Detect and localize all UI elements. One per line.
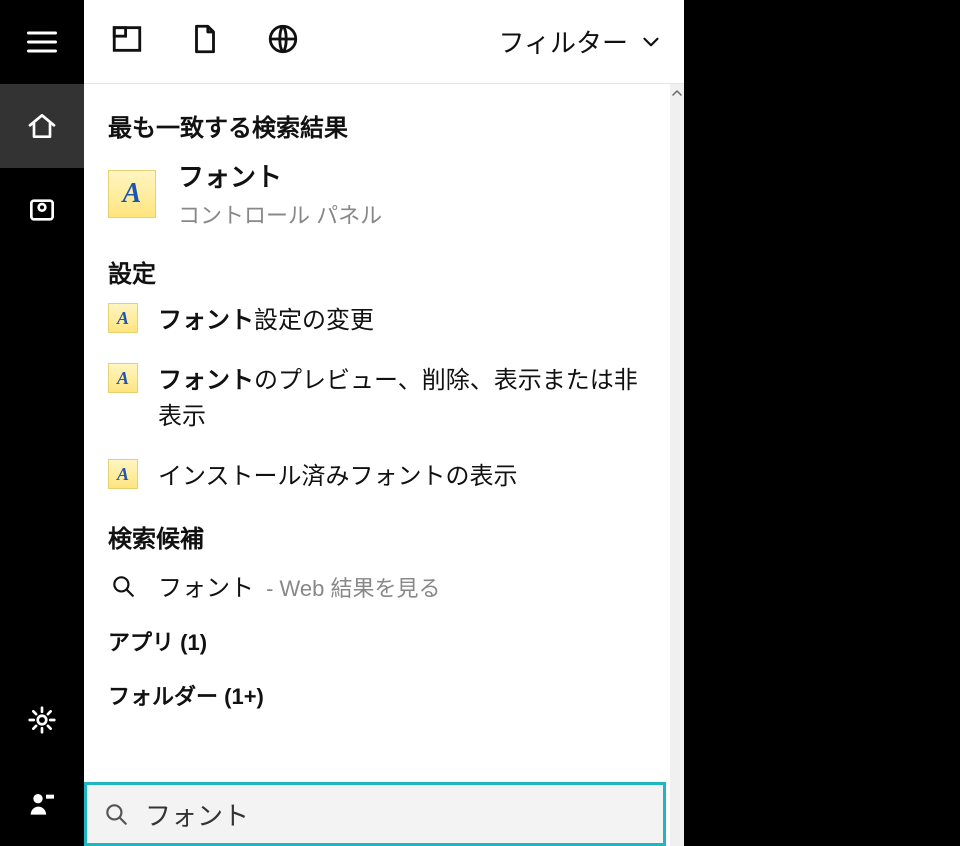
settings-item-bold: フォント [158,307,254,334]
filter-dropdown[interactable]: フィルター [499,23,664,60]
chevron-down-icon [638,29,664,55]
home-button[interactable] [0,84,84,168]
category-folders-count: (1+) [224,684,264,709]
scrollbar-up[interactable] [670,84,684,102]
font-item-icon: A [108,363,138,393]
settings-item-rest: インストール済みフォントの表示 [158,463,518,490]
settings-button[interactable] [0,678,84,762]
section-header-best-match: 最も一致する検索結果 [108,108,670,143]
apps-tab-icon [110,22,144,56]
settings-item-rest: 設定の変更 [254,307,374,334]
tab-apps[interactable] [110,22,144,61]
category-apps-count: (1) [180,630,207,655]
search-panel-top: フィルター [84,0,684,84]
camera-icon [26,194,58,226]
filter-label: フィルター [499,23,628,60]
web-suggestion-suffix: - Web 結果を見る [260,576,441,601]
best-match-subtitle: コントロール パネル [178,198,382,230]
web-tab-icon [266,22,300,56]
document-tab-icon [188,22,222,56]
search-icon [101,799,131,829]
fonts-folder-icon: A [108,170,156,218]
category-apps[interactable]: アプリ (1) [108,625,670,657]
scrollbar[interactable] [670,84,684,846]
category-folders[interactable]: フォルダー (1+) [108,679,670,711]
gear-icon [26,704,58,736]
settings-item-1[interactable]: A フォントのプレビュー、削除、表示または非表示 [108,363,670,435]
start-rail [0,0,84,846]
hamburger-icon [24,24,60,60]
font-item-icon: A [108,459,138,489]
section-header-settings: 設定 [108,254,670,289]
settings-item-bold: フォント [158,367,254,394]
best-match-result[interactable]: A フォント コントロール パネル [108,157,670,230]
person-icon [26,788,58,820]
search-input-value: フォント [145,796,249,833]
search-panel: フィルター 最も一致する検索結果 A フォント コントロール パネル [84,0,684,846]
search-results-body: 最も一致する検索結果 A フォント コントロール パネル 設定 A フォント設定… [84,84,684,846]
settings-item-2[interactable]: A インストール済みフォントの表示 [108,459,670,495]
font-item-icon: A [108,303,138,333]
tab-documents[interactable] [188,22,222,61]
best-match-title: フォント [178,157,382,194]
chevron-up-icon [672,88,682,98]
web-suggestion[interactable]: フォント - Web 結果を見る [108,568,670,603]
home-icon [26,110,58,142]
category-folders-label: フォルダー [108,684,218,709]
settings-item-0[interactable]: A フォント設定の変更 [108,303,670,339]
search-icon [108,571,138,601]
web-suggestion-query: フォント [158,575,254,602]
category-apps-label: アプリ [108,630,174,655]
account-button[interactable] [0,762,84,846]
menu-button[interactable] [0,0,84,84]
section-header-suggestions: 検索候補 [108,519,670,554]
search-input[interactable]: フォント [84,782,666,846]
timeline-button[interactable] [0,168,84,252]
tab-web[interactable] [266,22,300,61]
